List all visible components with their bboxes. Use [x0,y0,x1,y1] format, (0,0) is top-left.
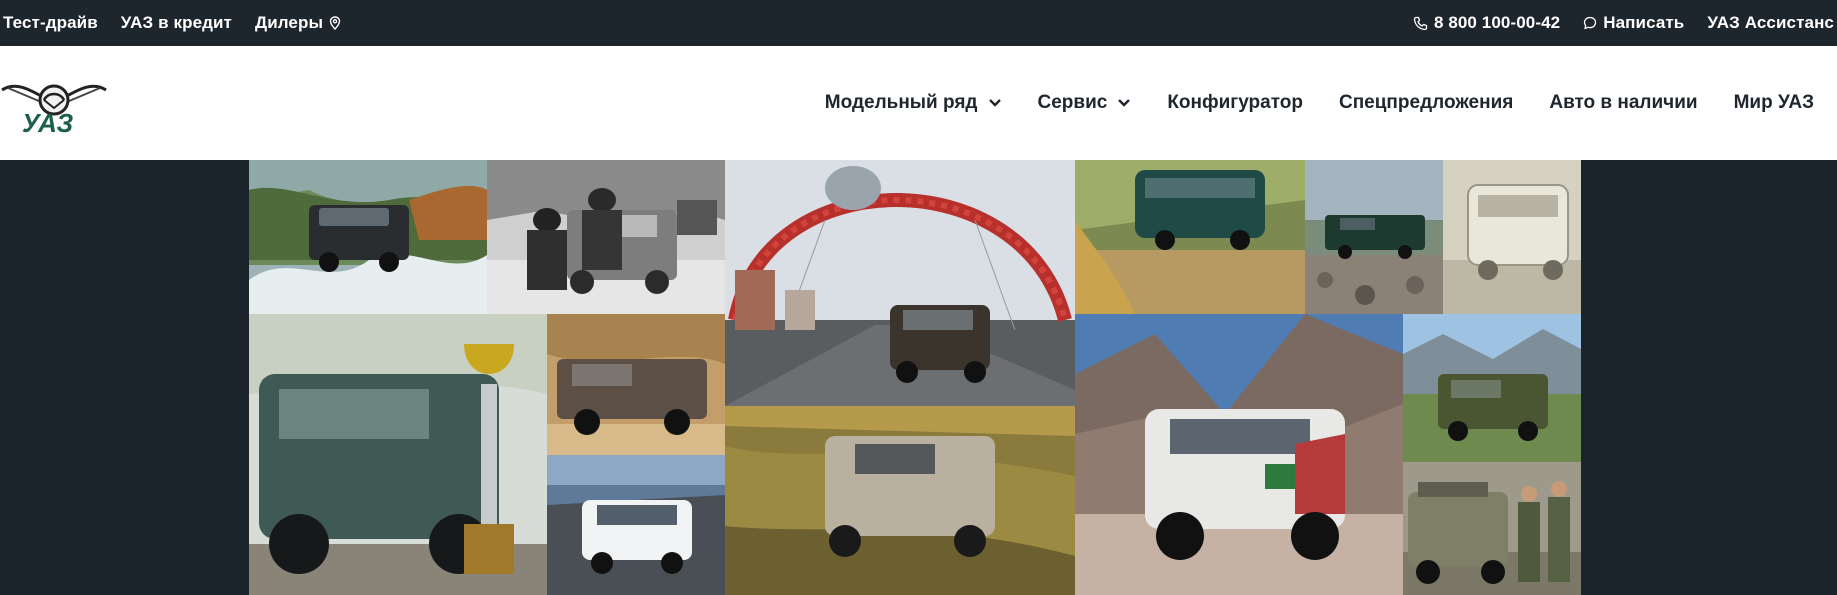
photo-bridge[interactable] [725,160,1075,406]
dealers-link[interactable]: Дилеры [255,13,341,33]
nav-service-label: Сервис [1037,92,1108,113]
nav-configurator[interactable]: Конфигуратор [1167,92,1303,114]
photo-pickup-field[interactable] [725,406,1075,595]
top-bar-left: Тест-драйв УАЗ в кредит Дилеры [3,0,341,46]
phone-link[interactable]: 8 800 100-00-42 [1413,13,1560,33]
nav-in-stock-label: Авто в наличии [1549,92,1698,113]
test-drive-label: Тест-драйв [3,13,98,32]
nav-in-stock[interactable]: Авто в наличии [1549,92,1697,114]
nav-models[interactable]: Модельный ряд [825,92,1002,114]
nav-service[interactable]: Сервис [1038,92,1132,114]
write-link[interactable]: Написать [1583,13,1684,33]
photo-sepia-van[interactable] [1443,160,1581,314]
photo-trophy-suv[interactable] [249,314,547,595]
top-bar: Тест-драйв УАЗ в кредит Дилеры 8 800 100… [0,0,1837,46]
photo-pickup-sand[interactable] [547,314,725,455]
photo-soldiers-suv[interactable] [1403,462,1581,595]
photo-collage [249,160,1581,595]
logo-text: УАЗ [22,108,74,138]
write-label: Написать [1603,13,1685,32]
photo-suv-water[interactable] [249,160,487,314]
top-bar-right: 8 800 100-00-42 Написать УАЗ Ассистанс [1413,0,1834,46]
chat-bubble-icon [1583,16,1597,30]
nav-configurator-label: Конфигуратор [1167,92,1303,113]
test-drive-link[interactable]: Тест-драйв [3,13,98,33]
phone-icon [1413,16,1428,31]
photo-pickup-rocks[interactable] [1305,160,1443,314]
dealers-label: Дилеры [255,13,324,32]
nav-offers[interactable]: Спецпредложения [1339,92,1513,114]
nav-offers-label: Спецпредложения [1338,92,1514,113]
phone-number: 8 800 100-00-42 [1433,13,1561,32]
photo-archive-bw[interactable] [487,160,725,314]
location-pin-icon [329,16,341,30]
photo-khaki-suv[interactable] [1403,314,1581,462]
photo-rally-suv[interactable] [1075,314,1403,595]
photo-white-suv-cliff[interactable] [547,455,725,595]
main-nav: Модельный ряд Сервис Конфигуратор Спецпр… [825,46,1814,160]
credit-link[interactable]: УАЗ в кредит [121,13,232,33]
assistance-link[interactable]: УАЗ Ассистанс [1707,13,1834,33]
chevron-down-icon [1117,98,1131,108]
assistance-label: УАЗ Ассистанс [1707,13,1834,32]
main-header: УАЗ Модельный ряд Сервис Конфигуратор Сп… [0,46,1837,160]
credit-label: УАЗ в кредит [120,13,232,32]
nav-world[interactable]: Мир УАЗ [1734,92,1814,114]
photo-green-van[interactable] [1075,160,1305,314]
nav-models-label: Модельный ряд [824,92,978,113]
chevron-down-icon [988,98,1002,108]
nav-world-label: Мир УАЗ [1733,92,1814,113]
